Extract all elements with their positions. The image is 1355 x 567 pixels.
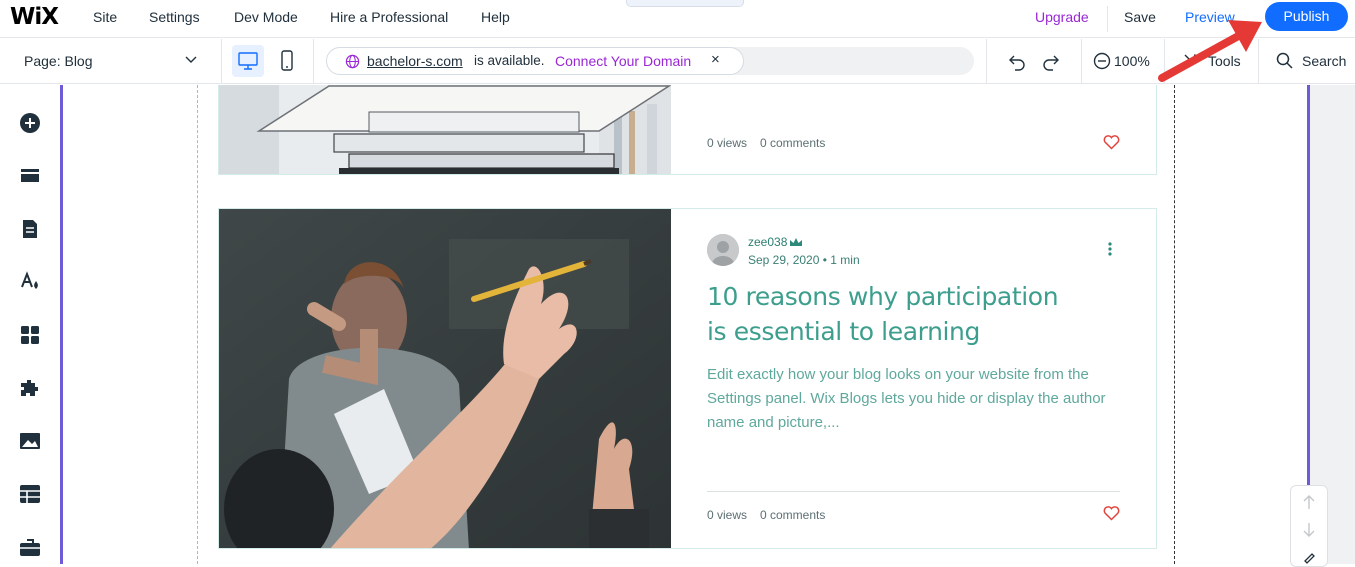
divider <box>986 39 987 83</box>
heart-icon[interactable] <box>1103 506 1120 521</box>
divider <box>1081 39 1082 83</box>
wix-logo[interactable]: WiX <box>10 4 59 30</box>
editor-canvas[interactable]: 0 views 0 comments zee038 Sep 29, 2020 •… <box>60 85 1310 564</box>
left-toolbar <box>0 85 60 564</box>
crown-icon <box>790 238 802 246</box>
more-options-icon[interactable] <box>1108 242 1112 256</box>
divider <box>707 491 1120 492</box>
connect-domain-link[interactable]: Connect Your Domain <box>555 53 691 69</box>
comments-count[interactable]: 0 comments <box>760 136 825 150</box>
scroll-tool-panel <box>1290 485 1328 567</box>
post-body: zee038 Sep 29, 2020 • 1 min 10 reasons w… <box>671 209 1156 548</box>
post-body: 0 views 0 comments <box>671 85 1156 174</box>
menu-site[interactable]: Site <box>93 9 117 25</box>
gridline-right <box>1174 85 1175 564</box>
sections-icon[interactable] <box>19 165 41 187</box>
redo-icon[interactable] <box>1040 51 1062 73</box>
portfolio-icon[interactable] <box>19 536 41 558</box>
design-icon[interactable] <box>19 271 41 293</box>
page-selector-label: Page: Blog <box>24 53 93 69</box>
menu-hire-a-professional[interactable]: Hire a Professional <box>330 9 448 25</box>
menu-settings[interactable]: Settings <box>149 9 200 25</box>
views-count: 0 views <box>707 136 748 150</box>
post-cover-image[interactable] <box>219 85 671 174</box>
arrow-up-icon[interactable] <box>1302 494 1316 510</box>
domain-link[interactable]: bachelor-s.com <box>367 53 463 69</box>
post-date: Sep 29, 2020 <box>748 253 820 267</box>
zoom-level[interactable]: 100% <box>1114 53 1150 69</box>
availability-text: is available. <box>474 53 545 68</box>
search-label[interactable]: Search <box>1302 53 1346 69</box>
page-selector[interactable]: Page: Blog <box>0 39 222 83</box>
business-icon[interactable] <box>19 377 41 399</box>
author-name[interactable]: zee038 <box>748 235 787 249</box>
upgrade-link[interactable]: Upgrade <box>1035 9 1089 25</box>
user-avatar-icon <box>707 234 739 266</box>
close-icon[interactable]: × <box>711 51 720 68</box>
mobile-icon <box>281 50 293 71</box>
classroom-image <box>219 209 671 548</box>
domain-banner: bachelor-s.com is available. Connect You… <box>326 47 744 75</box>
post-excerpt: Edit exactly how your blog looks on your… <box>707 366 1106 431</box>
avatar[interactable] <box>707 234 739 266</box>
post-title[interactable]: 10 reasons why participation is essentia… <box>707 279 1067 349</box>
menu-dev-mode[interactable]: Dev Mode <box>234 9 298 25</box>
top-notch-tab[interactable] <box>626 0 744 7</box>
arrow-down-icon[interactable] <box>1302 522 1316 538</box>
mobile-view-button[interactable] <box>271 45 303 77</box>
publish-button[interactable]: Publish <box>1265 2 1348 31</box>
books-image <box>219 85 671 174</box>
chevron-down-icon <box>185 56 197 63</box>
annotation-arrow-icon <box>1158 20 1262 82</box>
pages-icon[interactable] <box>19 218 41 240</box>
post-cover-image[interactable] <box>219 209 671 548</box>
blog-post-card[interactable]: zee038 Sep 29, 2020 • 1 min 10 reasons w… <box>218 208 1157 549</box>
edit-icon[interactable] <box>1302 550 1316 564</box>
heart-icon[interactable] <box>1103 135 1120 150</box>
add-icon[interactable] <box>19 112 41 134</box>
zoom-out-icon[interactable] <box>1092 51 1112 71</box>
media-icon[interactable] <box>19 430 41 452</box>
globe-icon <box>345 54 360 69</box>
desktop-icon <box>238 52 258 70</box>
undo-icon[interactable] <box>1006 51 1028 73</box>
menu-help[interactable]: Help <box>481 9 510 25</box>
comments-count[interactable]: 0 comments <box>760 508 825 522</box>
gridline-left <box>197 85 198 564</box>
divider <box>1107 6 1108 32</box>
blog-post-card[interactable]: 0 views 0 comments <box>218 85 1157 175</box>
desktop-view-button[interactable] <box>232 45 264 77</box>
post-date-line: Sep 29, 2020 • 1 min <box>748 253 860 267</box>
views-count: 0 views <box>707 508 748 522</box>
read-time: 1 min <box>830 253 860 267</box>
search-icon[interactable] <box>1275 51 1295 71</box>
cms-icon[interactable] <box>19 483 41 505</box>
divider <box>313 39 314 83</box>
apps-icon[interactable] <box>19 324 41 346</box>
